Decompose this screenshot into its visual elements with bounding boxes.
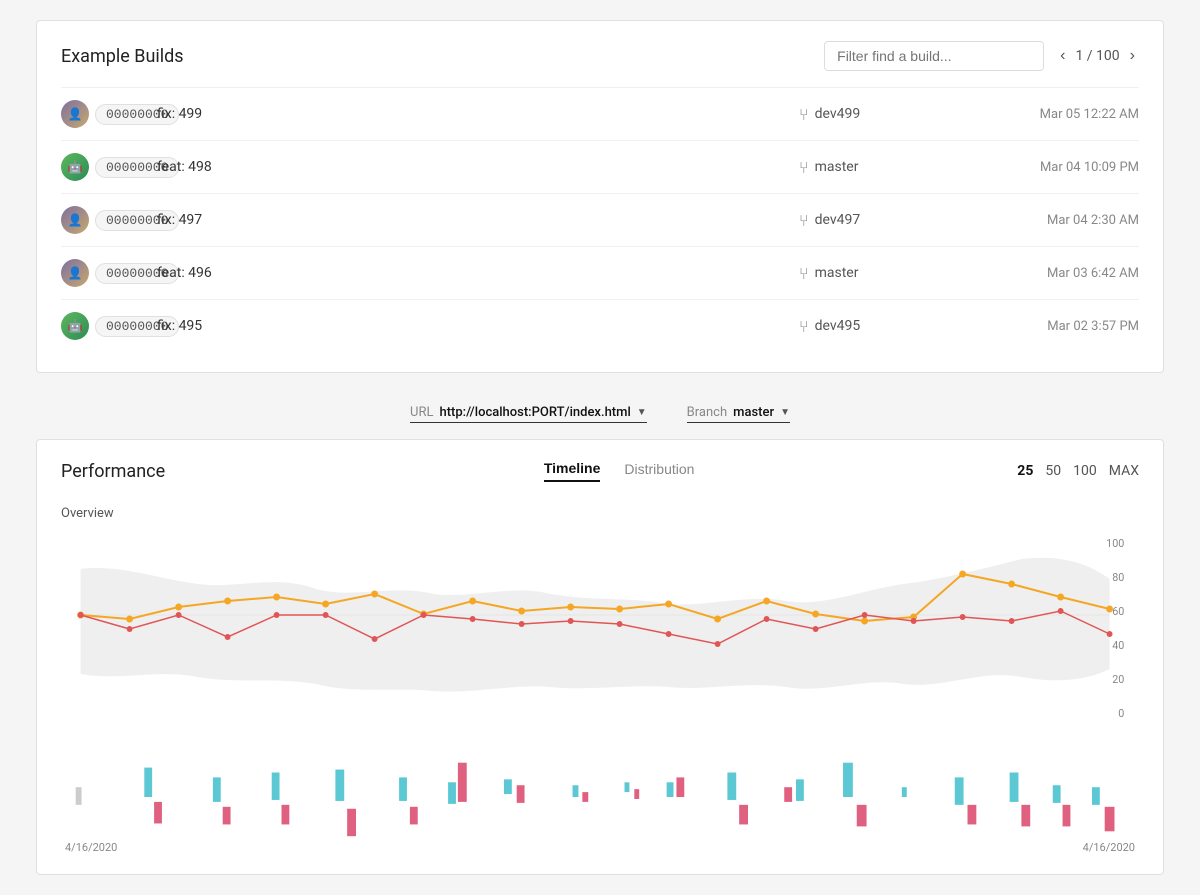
build-row[interactable]: 👤 00000000 fix: 499 ⑂ dev499 Mar 05 12:2… <box>61 87 1139 140</box>
svg-text:40: 40 <box>1112 639 1124 652</box>
url-value: http://localhost:PORT/index.html <box>439 405 630 420</box>
branch-name: dev499 <box>815 106 861 122</box>
pagination: ‹ 1 / 100 › <box>1056 45 1139 67</box>
svg-text:0: 0 <box>1118 707 1124 720</box>
next-page-button[interactable]: › <box>1126 45 1139 67</box>
perf-header: Performance Timeline Distribution 25 50 … <box>61 460 1139 482</box>
avatar: 🤖 <box>61 153 89 181</box>
build-avatar: 👤 00000000 <box>61 100 141 128</box>
branch-selector[interactable]: Branch master ▼ <box>687 405 790 423</box>
branch-icon: ⑂ <box>799 264 809 283</box>
count-100[interactable]: 100 <box>1073 463 1097 479</box>
overview-label: Overview <box>61 506 1139 521</box>
branch-icon: ⑂ <box>799 105 809 124</box>
build-branch: ⑂ dev497 <box>799 211 959 230</box>
count-max[interactable]: MAX <box>1109 463 1139 479</box>
date-left: 4/16/2020 <box>65 841 117 854</box>
build-rows-container: 👤 00000000 fix: 499 ⑂ dev499 Mar 05 12:2… <box>61 87 1139 352</box>
build-date: Mar 03 6:42 AM <box>959 266 1139 281</box>
line-chart: 100 80 60 40 20 0 <box>61 529 1139 749</box>
builds-title: Example Builds <box>61 46 184 67</box>
build-avatar: 🤖 00000000 <box>61 153 141 181</box>
build-message: fix: 499 <box>141 106 799 122</box>
prev-page-button[interactable]: ‹ <box>1056 45 1069 67</box>
build-date: Mar 05 12:22 AM <box>959 107 1139 122</box>
build-avatar: 👤 00000000 <box>61 206 141 234</box>
build-message: feat: 496 <box>141 265 799 281</box>
branch-icon: ⑂ <box>799 317 809 336</box>
build-row[interactable]: 🤖 00000000 feat: 498 ⑂ master Mar 04 10:… <box>61 140 1139 193</box>
url-branch-bar: URL http://localhost:PORT/index.html ▼ B… <box>36 393 1164 439</box>
branch-name: dev497 <box>815 212 861 228</box>
build-row[interactable]: 👤 00000000 feat: 496 ⑂ master Mar 03 6:4… <box>61 246 1139 299</box>
bar-chart <box>61 757 1139 837</box>
count-25[interactable]: 25 <box>1017 463 1033 479</box>
branch-icon: ⑂ <box>799 158 809 177</box>
build-branch: ⑂ master <box>799 158 959 177</box>
url-dropdown-icon: ▼ <box>637 407 647 418</box>
builds-header: Example Builds ‹ 1 / 100 › <box>61 41 1139 71</box>
filter-input[interactable] <box>824 41 1044 71</box>
branch-name: master <box>815 159 859 175</box>
perf-title: Performance <box>61 461 221 482</box>
avatar: 👤 <box>61 100 89 128</box>
branch-icon: ⑂ <box>799 211 809 230</box>
build-date: Mar 04 2:30 AM <box>959 213 1139 228</box>
branch-value: master <box>733 405 774 420</box>
performance-section: Performance Timeline Distribution 25 50 … <box>36 439 1164 875</box>
build-message: fix: 495 <box>141 318 799 334</box>
chart-section: Overview 100 80 60 40 20 0 <box>61 498 1139 854</box>
build-avatar: 👤 00000000 <box>61 259 141 287</box>
build-message: fix: 497 <box>141 212 799 228</box>
svg-text:60: 60 <box>1112 605 1124 618</box>
url-selector[interactable]: URL http://localhost:PORT/index.html ▼ <box>410 405 647 423</box>
perf-tabs: Timeline Distribution <box>221 460 1017 482</box>
build-avatar: 🤖 00000000 <box>61 312 141 340</box>
bar-chart-svg <box>61 757 1139 837</box>
build-date: Mar 02 3:57 PM <box>959 319 1139 334</box>
svg-text:80: 80 <box>1112 571 1124 584</box>
svg-text:20: 20 <box>1112 673 1124 686</box>
builds-section: Example Builds ‹ 1 / 100 › 👤 00000000 fi… <box>36 20 1164 373</box>
build-row[interactable]: 🤖 00000000 fix: 495 ⑂ dev495 Mar 02 3:57… <box>61 299 1139 352</box>
tab-timeline[interactable]: Timeline <box>544 460 601 482</box>
tab-distribution[interactable]: Distribution <box>624 460 694 482</box>
svg-text:100: 100 <box>1106 537 1124 550</box>
date-right: 4/16/2020 <box>1083 841 1135 854</box>
build-branch: ⑂ master <box>799 264 959 283</box>
count-50[interactable]: 50 <box>1045 463 1061 479</box>
date-labels: 4/16/2020 4/16/2020 <box>61 841 1139 854</box>
build-row[interactable]: 👤 00000000 fix: 497 ⑂ dev497 Mar 04 2:30… <box>61 193 1139 246</box>
branch-name: master <box>815 265 859 281</box>
build-message: feat: 498 <box>141 159 799 175</box>
avatar: 👤 <box>61 259 89 287</box>
url-label: URL <box>410 405 433 420</box>
builds-controls: ‹ 1 / 100 › <box>824 41 1139 71</box>
branch-dropdown-icon: ▼ <box>780 407 790 418</box>
perf-counts: 25 50 100 MAX <box>1017 463 1139 479</box>
line-chart-svg: 100 80 60 40 20 0 <box>61 529 1139 749</box>
branch-name: dev495 <box>815 318 861 334</box>
build-date: Mar 04 10:09 PM <box>959 160 1139 175</box>
build-branch: ⑂ dev499 <box>799 105 959 124</box>
build-branch: ⑂ dev495 <box>799 317 959 336</box>
avatar: 👤 <box>61 206 89 234</box>
branch-label: Branch <box>687 405 727 420</box>
pagination-label: 1 / 100 <box>1075 48 1119 64</box>
avatar: 🤖 <box>61 312 89 340</box>
